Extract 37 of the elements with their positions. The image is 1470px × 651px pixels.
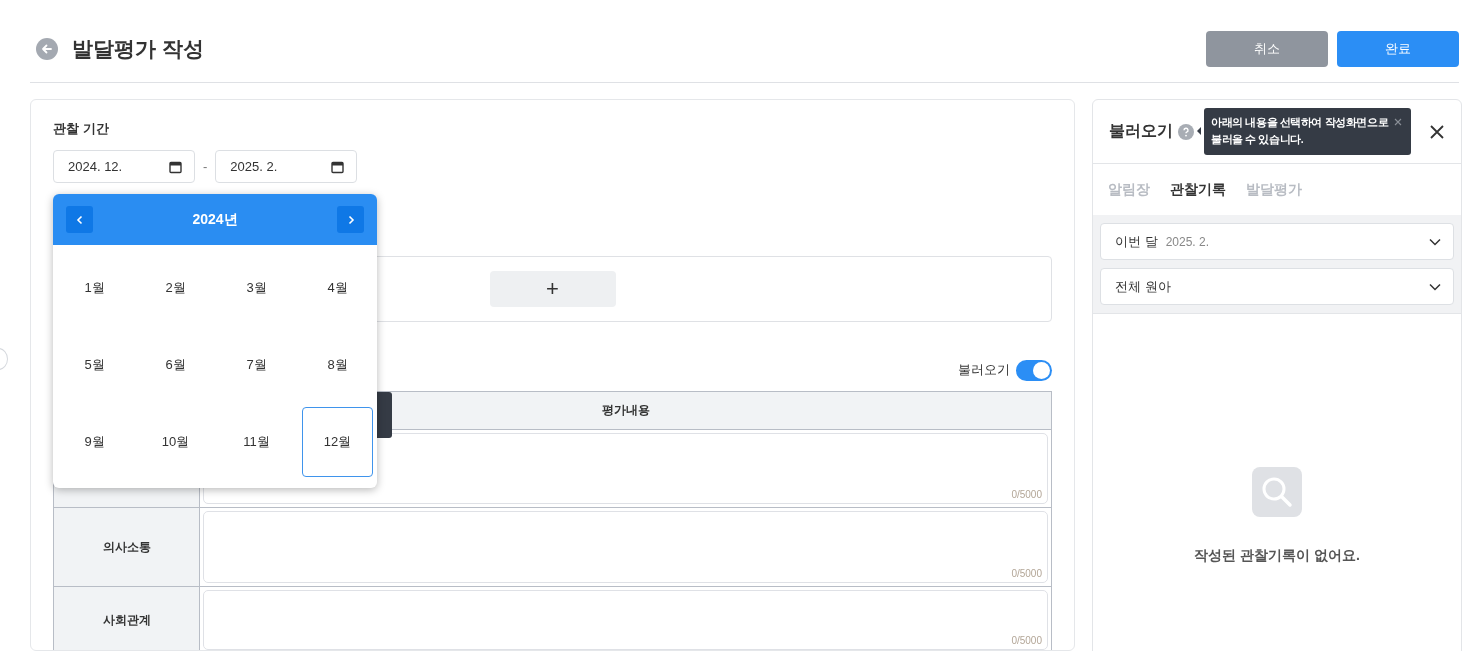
empty-message: 작성된 관찰기록이 없어요. — [1194, 547, 1360, 565]
dropdown[interactable]: 전체 원아 — [1100, 268, 1454, 305]
toggle-switch[interactable] — [1016, 359, 1052, 381]
toggle-label: 불러오기 — [958, 361, 1010, 379]
tooltip-edge — [377, 392, 392, 438]
row-label: 의사소통 — [102, 539, 151, 554]
search-icon — [1252, 467, 1302, 517]
chevron-left-icon — [75, 214, 84, 225]
chevron-right-icon — [346, 214, 355, 225]
panel-title: 불러오기 — [1109, 121, 1173, 141]
date-field[interactable]: 2024. 12. — [53, 150, 195, 183]
row-label: 사회관계 — [102, 612, 151, 627]
tooltip-text: 아래의 내용을 선택하여 작성화면으로 불러올 수 있습니다. — [1211, 116, 1389, 145]
character-counter: 0/5000 — [1011, 489, 1042, 500]
close-icon — [1394, 118, 1402, 126]
character-counter: 0/5000 — [1011, 635, 1042, 646]
back-icon[interactable] — [36, 38, 58, 60]
calendar-icon — [169, 159, 182, 174]
range-separator: - — [203, 159, 208, 174]
page-title: 발달평가 작성 — [72, 36, 205, 62]
chevron-down-icon — [1429, 237, 1441, 246]
date-field[interactable]: 2025. 2. — [215, 150, 358, 183]
help-icon — [1178, 123, 1194, 140]
calendar-icon — [331, 159, 345, 174]
dropdown[interactable]: 이번 달 2025. 2. — [1100, 223, 1454, 260]
character-counter: 0/5000 — [1011, 568, 1042, 579]
year-label: 2024년 — [192, 210, 238, 229]
field-label: 관찰 기간 — [53, 120, 110, 138]
tab[interactable]: 관찰기록 — [1170, 180, 1226, 199]
close-button[interactable] — [1429, 123, 1445, 140]
chevron-down-icon — [1429, 282, 1441, 291]
month-option[interactable]: 12월 — [302, 407, 373, 477]
close-icon — [1429, 123, 1445, 140]
next-button[interactable] — [337, 206, 364, 233]
previous-button[interactable] — [66, 206, 93, 233]
add-button[interactable]: + — [489, 271, 616, 307]
tooltip-close-button[interactable] — [1394, 118, 1402, 126]
